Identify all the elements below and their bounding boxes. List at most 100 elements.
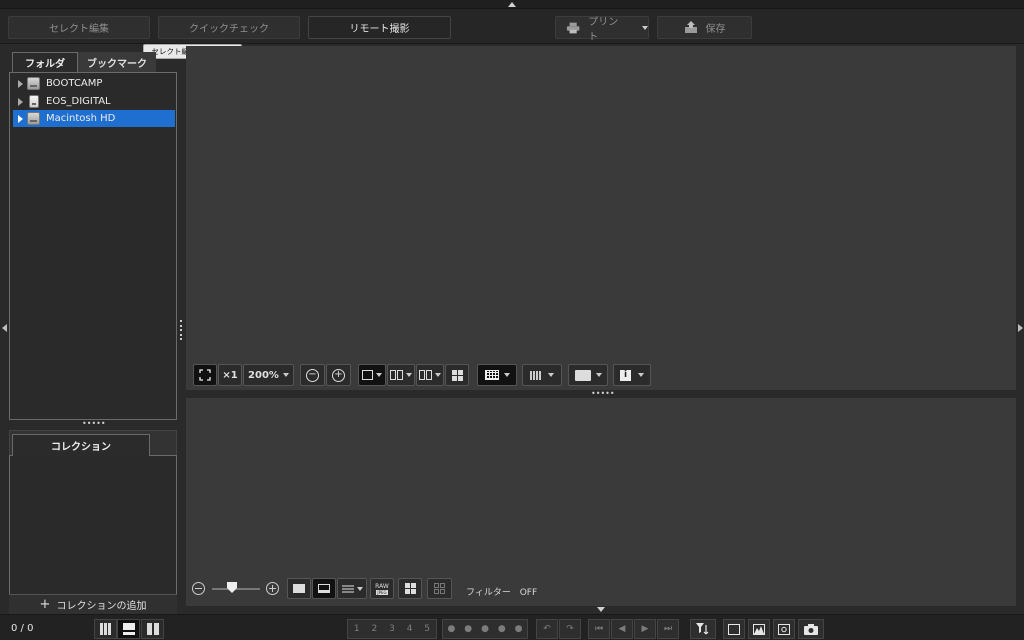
adjust-button[interactable]: [723, 619, 745, 639]
collapse-left-icon[interactable]: [2, 324, 7, 332]
collapse-up-icon[interactable]: [508, 2, 516, 7]
viewer-divider[interactable]: •••••: [186, 390, 1016, 398]
single-view-button[interactable]: [358, 364, 386, 386]
compare-view-button[interactable]: [387, 364, 415, 386]
actual-size-button[interactable]: ×1: [218, 364, 242, 386]
camera-button[interactable]: [798, 619, 824, 639]
sd-card-icon: [29, 95, 39, 108]
dropdown-icon: [638, 373, 644, 377]
expand-arrow-icon[interactable]: [17, 114, 23, 123]
folder-label: Macintosh HD: [46, 113, 116, 124]
zoom-in-icon: +: [332, 368, 345, 382]
mark-dot-icon[interactable]: ●: [515, 624, 523, 634]
thumb-view-small-button[interactable]: [287, 578, 311, 599]
divider-resize-grip[interactable]: •••••: [591, 390, 615, 398]
tab-remote-shooting[interactable]: リモート撮影: [308, 16, 451, 39]
print-button[interactable]: プリント: [555, 16, 649, 43]
fit-to-screen-button[interactable]: [193, 364, 217, 386]
highlight-warning-button[interactable]: [568, 364, 608, 386]
mark-dot-icon[interactable]: ●: [498, 624, 506, 634]
thumb-size-increase-icon[interactable]: [266, 582, 279, 595]
dropdown-icon: [595, 373, 602, 377]
single-view-icon: [362, 370, 373, 380]
histogram-button[interactable]: [748, 619, 770, 639]
expand-arrow-icon[interactable]: [17, 79, 23, 88]
layout-button[interactable]: [445, 364, 469, 386]
thumb-view-list-button[interactable]: [337, 578, 367, 599]
folder-label: EOS_DIGITAL: [46, 96, 111, 107]
dropdown-icon: [406, 373, 412, 377]
add-collection-button[interactable]: + コレクションの追加: [9, 594, 177, 614]
left-panel: BOOTCAMP EOS_DIGITAL Macintosh HD フォルダ ブ…: [8, 46, 180, 615]
hard-drive-icon: [27, 112, 40, 125]
rotate-right-icon: ↷: [566, 624, 574, 634]
dropdown-icon: [548, 373, 554, 377]
focus-check-button[interactable]: [773, 619, 795, 639]
thumbnail-icon: [293, 584, 305, 593]
zoom-in-button[interactable]: +: [326, 364, 351, 386]
prev-image-button[interactable]: ◀: [611, 619, 633, 639]
rotate-left-icon: ↶: [543, 624, 551, 634]
tab-folder[interactable]: フォルダ: [12, 52, 78, 72]
view-grid-button[interactable]: [94, 619, 117, 639]
rating-4[interactable]: 4: [407, 624, 413, 634]
thumbnail-area[interactable]: [186, 398, 1016, 606]
split-view-icon: [419, 370, 432, 380]
rotate-right-button[interactable]: ↷: [559, 619, 581, 639]
expand-arrow-icon[interactable]: [17, 97, 23, 106]
zoom-select[interactable]: 200%: [243, 364, 294, 386]
dropdown-icon: [356, 586, 363, 591]
rating-3[interactable]: 3: [389, 624, 395, 634]
collapse-right-icon[interactable]: [1018, 324, 1023, 332]
dropdown-icon: [503, 373, 510, 377]
raw-jpeg-toggle[interactable]: RAW JPEG: [370, 578, 394, 599]
filter-sort-button[interactable]: [690, 619, 716, 639]
tab-collection[interactable]: コレクション: [12, 434, 150, 456]
grid-layout-button[interactable]: [398, 578, 422, 599]
info-button[interactable]: i: [613, 364, 651, 386]
raw-label: RAW: [375, 582, 389, 590]
collapse-down-icon[interactable]: [597, 607, 605, 612]
save-label: 保存: [705, 24, 726, 35]
print-dropdown-icon[interactable]: [642, 25, 648, 30]
grid-outline-button[interactable]: [427, 578, 452, 599]
first-icon: ⏮: [594, 624, 604, 634]
tab-quick-check[interactable]: クイックチェック: [158, 16, 300, 39]
rating-2[interactable]: 2: [372, 624, 378, 634]
last-image-button[interactable]: ⏭: [657, 619, 679, 639]
folder-item-selected[interactable]: Macintosh HD: [13, 110, 175, 127]
save-button[interactable]: 保存: [657, 16, 752, 39]
sidebar-resize-grip[interactable]: [179, 320, 182, 340]
zoom-out-icon: −: [306, 368, 319, 382]
tab-select-edit[interactable]: セレクト編集: [8, 16, 150, 39]
mark-dot-icon[interactable]: ●: [481, 624, 489, 634]
view-list-button[interactable]: [141, 619, 164, 639]
rating-1[interactable]: 1: [354, 624, 360, 634]
rotate-left-button[interactable]: ↶: [536, 619, 558, 639]
camera-icon: [804, 623, 818, 635]
image-viewer[interactable]: [186, 46, 1016, 390]
jpeg-label: JPEG: [376, 589, 388, 595]
view-preview-button[interactable]: [117, 619, 140, 639]
tab-bookmark[interactable]: ブックマーク: [78, 52, 156, 72]
mark-dot-icon[interactable]: ●: [464, 624, 472, 634]
panel-resize-grip[interactable]: •••••: [82, 420, 106, 428]
rating-5[interactable]: 5: [424, 624, 430, 634]
split-view-button[interactable]: [416, 364, 444, 386]
split-list-icon: [146, 623, 159, 635]
mark-dot-icon[interactable]: ●: [447, 624, 455, 634]
top-collapse-strip[interactable]: [0, 0, 1024, 9]
collection-list: [9, 455, 177, 615]
grid-overlay-button[interactable]: [477, 364, 517, 386]
zoom-out-button[interactable]: −: [300, 364, 325, 386]
folder-item[interactable]: BOOTCAMP: [13, 75, 175, 92]
add-collection-label: コレクションの追加: [56, 601, 147, 612]
print-label: プリント: [588, 16, 619, 43]
first-image-button[interactable]: ⏮: [588, 619, 610, 639]
af-point-button[interactable]: [522, 364, 562, 386]
thumb-view-caption-button[interactable]: [312, 578, 336, 599]
save-icon: [684, 21, 697, 33]
folder-item[interactable]: EOS_DIGITAL: [13, 93, 175, 110]
thumb-size-decrease-icon[interactable]: [192, 582, 205, 595]
next-image-button[interactable]: ▶: [634, 619, 656, 639]
